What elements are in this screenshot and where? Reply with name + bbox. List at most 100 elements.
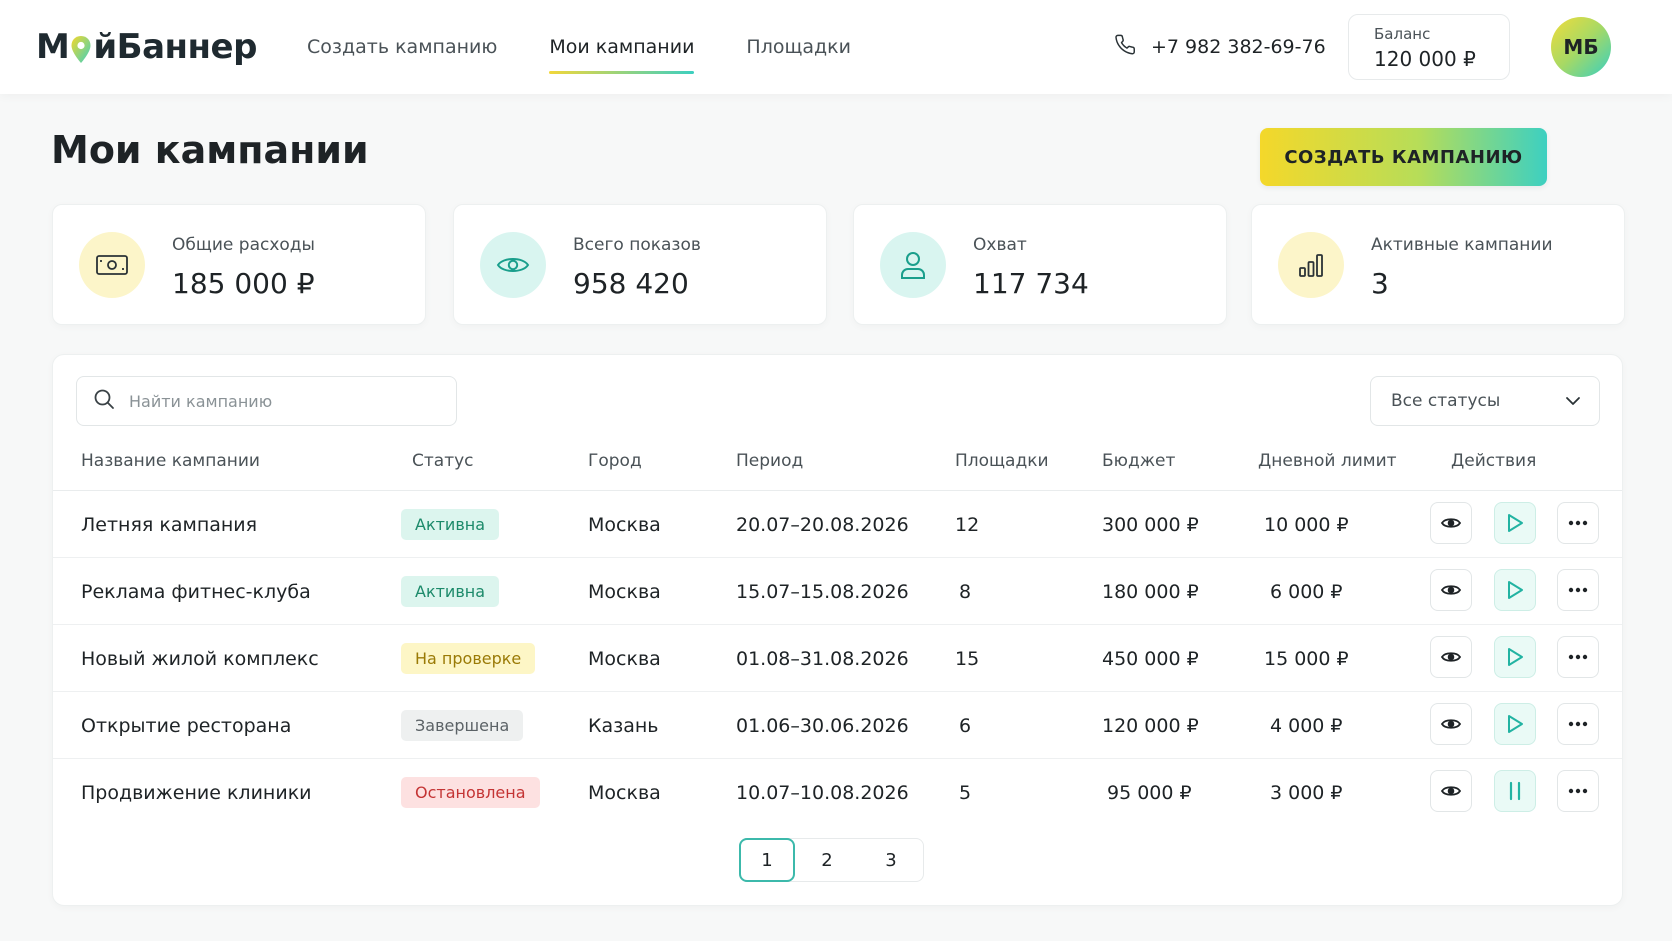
balance-value: 120 000 ₽ [1374, 47, 1476, 71]
more-actions-button[interactable] [1557, 569, 1599, 611]
page-button-1[interactable]: 1 [739, 838, 795, 882]
campaign-daily-limit: 4 000 ₽ [1270, 714, 1343, 737]
phone-contact[interactable]: +7 982 382-69-76 [1115, 28, 1326, 66]
campaign-sites: 15 [955, 647, 980, 670]
status-badge: Активна [401, 509, 500, 540]
bar-chart-icon [1278, 232, 1344, 298]
campaign-daily-limit: 10 000 ₽ [1264, 513, 1349, 536]
campaign-sites: 5 [959, 781, 972, 804]
column-header-budget: Бюджет [1102, 451, 1176, 471]
column-header-daily-limit: Дневной лимит [1258, 451, 1397, 471]
play-icon [1508, 715, 1523, 733]
campaign-city: Москва [588, 647, 661, 670]
money-icon [79, 232, 145, 298]
search-icon [93, 388, 115, 414]
status-filter-value: Все статусы [1391, 391, 1501, 411]
table-row: Летняя кампания Активна Москва 20.07–20.… [53, 491, 1622, 558]
main-nav: Создать кампанию Мои кампании Площадки [307, 0, 903, 94]
pause-icon [1509, 781, 1521, 801]
pause-button[interactable] [1494, 770, 1536, 812]
stat-card-active-campaigns: Активные кампании 3 [1251, 204, 1625, 325]
map-pin-icon [70, 34, 92, 64]
status-badge: Активна [401, 576, 500, 607]
stat-value: 3 [1371, 267, 1389, 300]
campaign-name[interactable]: Летняя кампания [81, 491, 257, 558]
top-header: М йБаннер Создать кампанию Мои кампании … [0, 0, 1672, 94]
campaign-budget: 450 000 ₽ [1102, 647, 1199, 670]
logo-text-prefix: М [36, 27, 70, 67]
campaign-name[interactable]: Продвижение клиники [81, 759, 312, 826]
more-dots-icon [1568, 520, 1588, 526]
view-button[interactable] [1430, 569, 1472, 611]
view-button[interactable] [1430, 770, 1472, 812]
campaign-city: Москва [588, 580, 661, 603]
campaign-sites: 12 [955, 513, 980, 536]
page-button-3[interactable]: 3 [859, 839, 923, 881]
stat-label: Охват [973, 235, 1027, 255]
stat-label: Всего показов [573, 235, 701, 255]
user-icon [880, 232, 946, 298]
campaign-name[interactable]: Реклама фитнес-клуба [81, 558, 311, 625]
phone-number: +7 982 382-69-76 [1151, 36, 1326, 58]
more-actions-button[interactable] [1557, 636, 1599, 678]
view-button[interactable] [1430, 703, 1472, 745]
campaign-budget: 120 000 ₽ [1102, 714, 1199, 737]
column-header-name: Название кампании [81, 451, 260, 471]
status-badge: Остановлена [401, 777, 540, 808]
create-campaign-button[interactable]: СОЗДАТЬ КАМПАНИЮ [1260, 128, 1547, 186]
view-button[interactable] [1430, 636, 1472, 678]
more-dots-icon [1568, 654, 1588, 660]
stat-card-total-spend: Общие расходы 185 000 ₽ [52, 204, 426, 325]
column-header-period: Период [736, 451, 804, 471]
eye-icon [1441, 518, 1461, 528]
more-dots-icon [1568, 587, 1588, 593]
status-badge: Завершена [401, 710, 524, 741]
page-title: Мои кампании [51, 128, 369, 172]
campaign-name[interactable]: Новый жилой комплекс [81, 625, 319, 692]
column-header-city: Город [588, 451, 642, 471]
campaign-name[interactable]: Открытие ресторана [81, 692, 291, 759]
more-dots-icon [1568, 788, 1588, 794]
more-dots-icon [1568, 721, 1588, 727]
search-box[interactable] [76, 376, 457, 426]
view-button[interactable] [1430, 502, 1472, 544]
stat-card-impressions: Всего показов 958 420 [453, 204, 827, 325]
play-icon [1508, 648, 1523, 666]
column-header-actions: Действия [1451, 451, 1537, 471]
campaign-period: 20.07–20.08.2026 [736, 513, 909, 536]
more-actions-button[interactable] [1557, 770, 1599, 812]
logo[interactable]: М йБаннер [36, 24, 257, 70]
campaign-city: Москва [588, 781, 661, 804]
play-button[interactable] [1494, 569, 1536, 611]
nav-create-campaign[interactable]: Создать кампанию [307, 0, 497, 94]
status-badge: На проверке [401, 643, 536, 674]
campaign-period: 01.06–30.06.2026 [736, 714, 909, 737]
more-actions-button[interactable] [1557, 703, 1599, 745]
more-actions-button[interactable] [1557, 502, 1599, 544]
stat-label: Общие расходы [172, 235, 315, 255]
status-filter-select[interactable]: Все статусы [1370, 376, 1600, 426]
balance-widget[interactable]: Баланс 120 000 ₽ [1348, 14, 1510, 80]
play-button[interactable] [1494, 636, 1536, 678]
nav-my-campaigns[interactable]: Мои кампании [549, 0, 695, 94]
stat-value: 117 734 [973, 267, 1089, 300]
campaign-daily-limit: 3 000 ₽ [1270, 781, 1343, 804]
search-input[interactable] [129, 391, 429, 411]
campaign-budget: 95 000 ₽ [1107, 781, 1192, 804]
table-row: Реклама фитнес-клуба Активна Москва 15.0… [53, 558, 1622, 625]
avatar[interactable]: МБ [1551, 17, 1611, 77]
nav-sites[interactable]: Площадки [746, 0, 851, 94]
play-icon [1508, 514, 1523, 532]
pagination: 1 2 3 [739, 838, 924, 882]
play-button[interactable] [1494, 502, 1536, 544]
eye-icon [1441, 719, 1461, 729]
campaign-daily-limit: 15 000 ₽ [1264, 647, 1349, 670]
table-row: Новый жилой комплекс На проверке Москва … [53, 625, 1622, 692]
eye-icon [1441, 786, 1461, 796]
table-row: Открытие ресторана Завершена Казань 01.0… [53, 692, 1622, 759]
stat-value: 185 000 ₽ [172, 267, 315, 300]
eye-icon [1441, 652, 1461, 662]
play-button[interactable] [1494, 703, 1536, 745]
page-button-2[interactable]: 2 [795, 839, 859, 881]
campaign-daily-limit: 6 000 ₽ [1270, 580, 1343, 603]
